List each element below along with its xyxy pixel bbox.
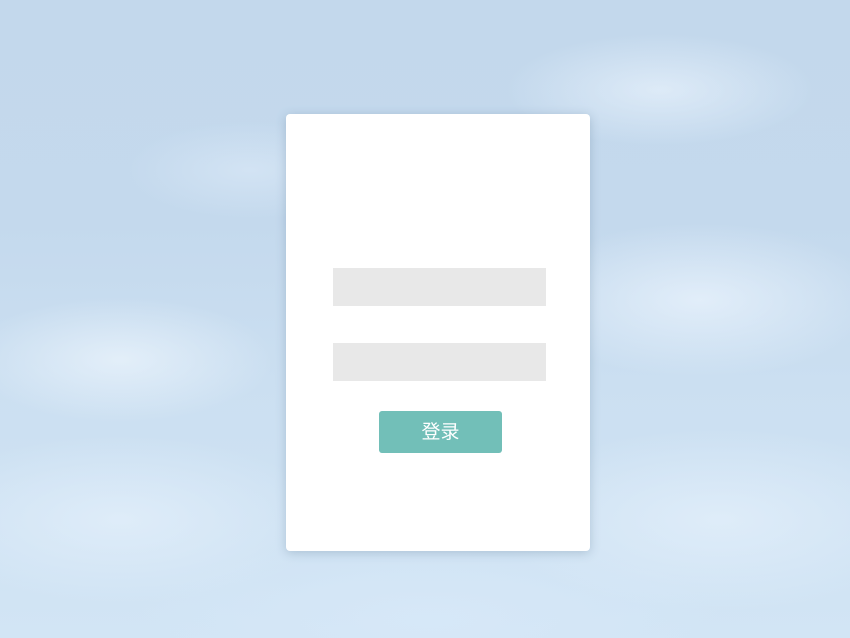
username-field[interactable] [333,268,546,306]
password-field[interactable] [333,343,546,381]
login-card: 登录 [286,114,590,551]
login-button[interactable]: 登录 [379,411,502,453]
